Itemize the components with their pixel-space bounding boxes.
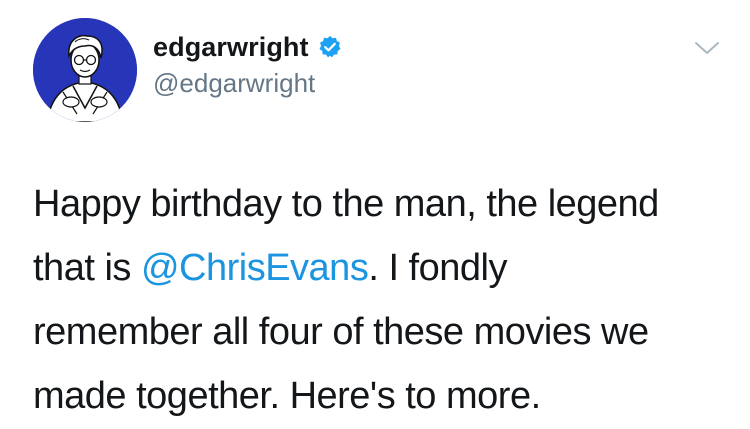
user-names[interactable]: edgarwright @edgarwright (153, 30, 342, 99)
user-handle[interactable]: @edgarwright (153, 68, 342, 99)
tweet-text-line: made together. Here's to more. (33, 375, 541, 417)
avatar-illustration (33, 18, 137, 122)
tweet-text-line: that is @ChrisEvans. I fondly (33, 236, 733, 300)
tweet-text-line: Happy birthday to the man, the legend (33, 183, 659, 225)
verified-badge-icon (318, 35, 342, 59)
mention-link[interactable]: @ChrisEvans (141, 247, 369, 289)
tweet-text-segment: . I fondly (368, 247, 507, 289)
display-name[interactable]: edgarwright (153, 32, 309, 63)
chevron-down-icon[interactable] (694, 40, 720, 56)
tweet-card: edgarwright @edgarwright Happy birthday … (0, 0, 750, 429)
avatar[interactable] (33, 18, 137, 122)
display-name-row: edgarwright (153, 30, 342, 64)
tweet-text-segment: that is (33, 247, 141, 289)
tweet-text: Happy birthday to the man, the legend th… (33, 172, 733, 428)
tweet-text-line: remember all four of these movies we (33, 311, 649, 353)
